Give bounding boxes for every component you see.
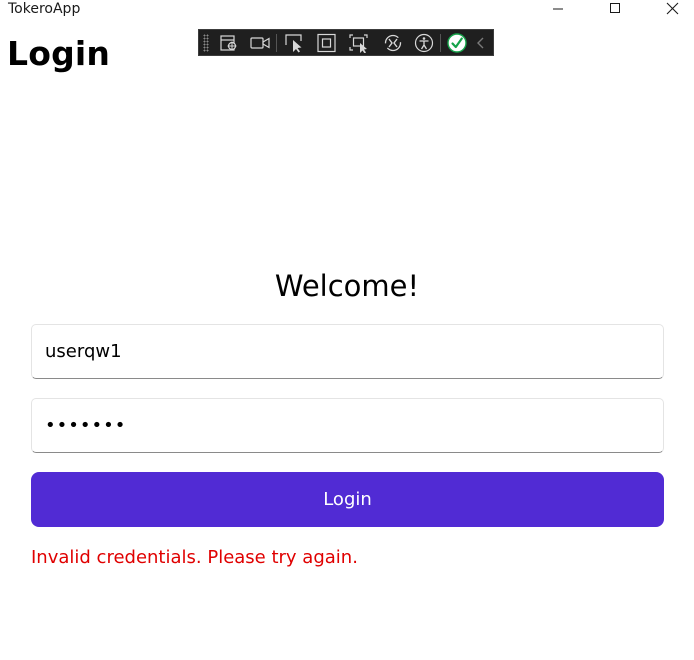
app-window: TokeroApp Login Welcome! userqw1 Login I… [0,0,694,660]
maximize-icon [610,3,620,13]
error-message: Invalid credentials. Please try again. [31,547,358,568]
app-title: TokeroApp [8,1,81,17]
minimize-button[interactable] [538,0,578,16]
minimize-icon [553,8,563,10]
username-input[interactable] [45,325,645,378]
welcome-heading: Welcome! [274,269,420,303]
username-field[interactable] [31,324,664,379]
password-input[interactable] [45,399,645,452]
track-focus-icon[interactable] [348,33,370,54]
password-field[interactable] [31,398,664,453]
live-visual-tree-icon[interactable] [219,33,241,53]
check-icon[interactable] [446,33,468,53]
title-bar: TokeroApp [0,0,694,18]
page-title: Login [7,34,111,73]
video-camera-icon[interactable] [249,33,271,53]
toolbar-separator [440,34,441,52]
close-icon [666,2,678,14]
xaml-debug-toolbar [198,29,494,56]
close-button[interactable] [652,0,692,16]
toolbar-separator [276,34,277,52]
hot-reload-icon[interactable] [382,33,404,53]
select-element-icon[interactable] [284,33,306,53]
accessibility-checker-icon[interactable] [413,33,435,53]
display-layout-adorners-icon[interactable] [316,33,338,53]
login-button[interactable]: Login [31,472,664,527]
maximize-button[interactable] [595,0,635,16]
collapse-chevron-icon[interactable] [474,33,496,53]
grip-icon[interactable] [203,34,209,52]
